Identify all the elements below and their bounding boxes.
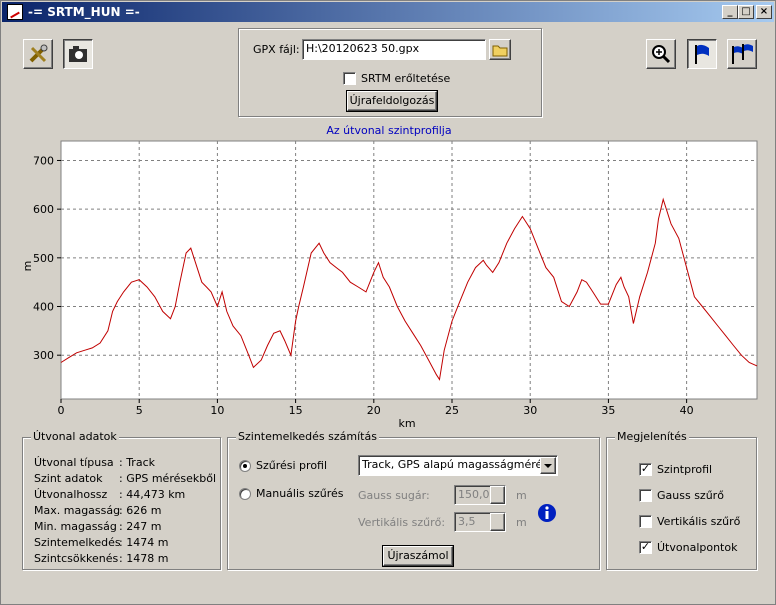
zoom-button[interactable] <box>646 39 676 69</box>
elevation-calc-legend: Szintemelkedés számítás <box>236 430 379 443</box>
maximize-button[interactable]: □ <box>738 5 754 19</box>
display-panel: Megjelenítés ✓ Szintprofil Gauss szűrő Vert… <box>606 430 757 570</box>
route-data-key: Útvonal típusa <box>34 456 114 469</box>
manual-filter-radio[interactable] <box>239 488 251 500</box>
display-checkbox-label: Szintprofil <box>657 463 713 476</box>
settings-button[interactable] <box>23 39 53 69</box>
route-data-legend: Útvonal adatok <box>31 430 119 443</box>
gauss-spinner[interactable] <box>490 486 505 504</box>
window-title: -= SRTM_HUN =- <box>28 5 140 19</box>
manual-filter-label: Manuális szűrés <box>256 487 344 500</box>
tools-icon <box>29 44 48 63</box>
reprocess-button[interactable]: Újrafeldolgozás <box>347 91 437 111</box>
route-data-panel: Útvonal adatok Útvonal típusa : Track Szin… <box>22 430 221 570</box>
plot-area <box>60 140 758 400</box>
waypoint-button[interactable] <box>687 39 717 69</box>
gauss-unit: m <box>516 489 527 502</box>
display-legend: Megjelenítés <box>615 430 689 443</box>
route-data-key: Szintcsökkenés <box>34 552 119 565</box>
vertical-spinner[interactable] <box>490 513 505 531</box>
elevation-calc-panel: Szintemelkedés számítás Szűrési profil T… <box>227 430 600 570</box>
elevation-chart: 0 5 10 15 20 25 30 35 40 300 400 500 600 700 km m <box>21 140 758 430</box>
chevron-down-icon <box>544 464 552 468</box>
y-tick-label: 700 <box>33 154 54 167</box>
filter-profile-value: Track, GPS alapú magasságmérés <box>362 458 549 471</box>
gpx-panel: GPX fájl: H:\20120623 50.gpx SRTM erőlte… <box>238 28 542 117</box>
display-checkbox[interactable]: ✓ <box>639 463 652 476</box>
route-data-value: : 1478 m <box>119 552 169 565</box>
x-tick-label: 35 <box>601 404 615 417</box>
select-dropdown-button[interactable] <box>540 457 556 474</box>
x-tick-label: 25 <box>445 404 459 417</box>
display-checkbox-label: Vertikális szűrő <box>657 515 741 528</box>
route-data-key: Min. magasság <box>34 520 117 533</box>
y-tick-label: 500 <box>33 252 54 265</box>
x-tick-label: 10 <box>210 404 224 417</box>
y-tick-label: 300 <box>33 349 54 362</box>
x-tick-label: 20 <box>367 404 381 417</box>
route-data-key: Útvonalhossz <box>34 488 108 501</box>
route-data-value: : Track <box>119 456 155 469</box>
route-data-value: : GPS mérésekből <box>119 472 217 485</box>
display-checkbox[interactable]: ✓ <box>639 541 652 554</box>
y-tick-label: 400 <box>33 301 54 314</box>
gpx-file-field[interactable]: H:\20120623 50.gpx <box>302 39 486 60</box>
vertical-unit: m <box>516 516 527 529</box>
route-data-key: Max. magasság <box>34 504 121 517</box>
gpx-file-label: GPX fájl: <box>253 43 300 56</box>
route-data-value: : 247 m <box>119 520 162 533</box>
x-tick-label: 5 <box>136 404 143 417</box>
route-data-value: : 44,473 km <box>119 488 186 501</box>
folder-icon <box>492 45 508 57</box>
title-bar: -= SRTM_HUN =- _ □ × <box>2 2 774 22</box>
vertical-filter-label: Vertikális szűrő: <box>358 516 446 529</box>
zoom-icon <box>652 45 671 64</box>
route-data-key: Szintemelkedés <box>34 536 121 549</box>
display-checkbox[interactable] <box>639 515 652 528</box>
display-checkbox-label: Útvonalpontok <box>657 541 738 554</box>
route-data-value: : 626 m <box>119 504 162 517</box>
app-window: -= SRTM_HUN =- _ □ × GPX fájl: H:\201206… <box>0 0 776 605</box>
flag-icon <box>695 44 709 64</box>
app-icon[interactable] <box>7 4 23 20</box>
srtm-force-checkbox[interactable] <box>343 72 356 85</box>
y-tick-label: 600 <box>33 203 54 216</box>
recalculate-button[interactable]: Újraszámol <box>383 546 453 566</box>
display-checkbox-label: Gauss szűrő <box>657 489 724 502</box>
x-tick-label: 15 <box>289 404 303 417</box>
multi-waypoint-button[interactable] <box>727 39 757 69</box>
filter-profile-radio[interactable] <box>239 460 251 472</box>
srtm-force-label: SRTM erőltetése <box>361 72 451 85</box>
filter-profile-label: Szűrési profil <box>256 459 328 472</box>
info-icon[interactable] <box>537 503 557 523</box>
display-checkbox[interactable] <box>639 489 652 502</box>
flags-icon <box>732 44 753 64</box>
route-data-key: Szint adatok <box>34 472 103 485</box>
camera-icon <box>69 46 87 62</box>
x-tick-label: 30 <box>523 404 537 417</box>
close-button[interactable]: × <box>756 5 772 19</box>
minimize-button[interactable]: _ <box>722 5 738 19</box>
route-data-value: : 1474 m <box>119 536 169 549</box>
gauss-radius-label: Gauss sugár: <box>358 489 430 502</box>
x-axis-label: km <box>398 417 415 430</box>
snapshot-button[interactable] <box>63 39 93 69</box>
x-tick-label: 0 <box>58 404 65 417</box>
x-tick-label: 40 <box>680 404 694 417</box>
filter-profile-select[interactable]: Track, GPS alapú magasságmérés <box>358 455 558 476</box>
browse-button[interactable] <box>489 39 511 60</box>
y-axis-label: m <box>21 261 34 272</box>
